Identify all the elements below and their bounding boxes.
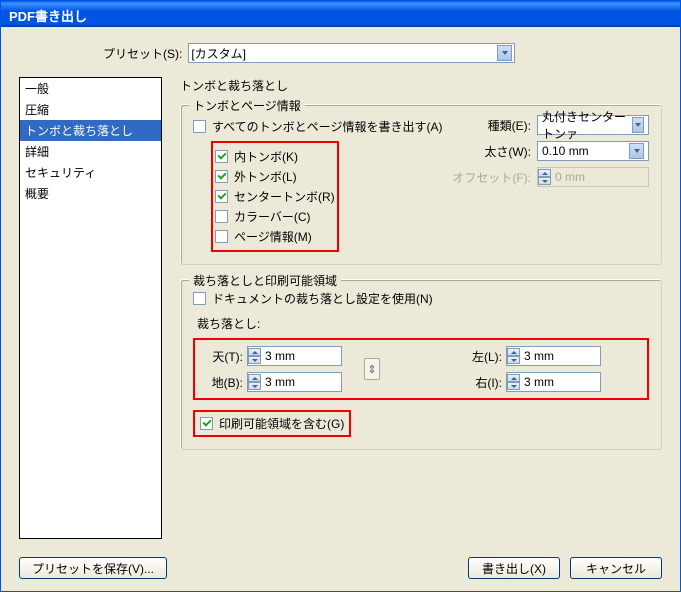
weight-select[interactable]: 0.10 mm — [537, 141, 649, 161]
offset-row: オフセット(F): 0 mm — [443, 167, 649, 187]
dropdown-button-icon — [632, 117, 644, 133]
outer-crop-checkbox[interactable] — [215, 170, 228, 183]
highlight-box-marks: 内トンボ(K) 外トンボ(L) センタートンボ(R) カラーバー(C) ページ情… — [211, 141, 339, 252]
kind-row: 種類(E): 丸付きセンタートンァ — [443, 115, 649, 135]
weight-label: 太さ(W): — [484, 143, 531, 160]
use-doc-bleed-checkbox[interactable] — [193, 292, 206, 305]
bleed-legend: 裁ち落としと印刷可能領域 — [189, 272, 341, 289]
include-slug-checkbox[interactable] — [200, 417, 213, 430]
all-marks-checkbox[interactable] — [193, 120, 206, 133]
center-crop-checkbox[interactable] — [215, 190, 228, 203]
sidebar-item-marks-bleeds[interactable]: トンボと裁ち落とし — [20, 120, 161, 141]
bleed-fieldset: 裁ち落としと印刷可能領域 ドキュメントの裁ち落とし設定を使用(N) 裁ち落とし:… — [180, 279, 662, 450]
highlight-box-bleed: 天(T): 3 mm 地(B): — [193, 338, 649, 400]
export-button[interactable]: 書き出し(X) — [468, 557, 560, 579]
spin-up-icon[interactable] — [248, 348, 261, 356]
section-title: トンボと裁ち落とし — [180, 77, 662, 94]
dropdown-button-icon — [629, 143, 644, 159]
bleed-right-row: 右(I): 3 mm — [462, 372, 601, 392]
use-doc-bleed-row[interactable]: ドキュメントの裁ち落とし設定を使用(N) — [193, 290, 649, 307]
bleed-title: 裁ち落とし: — [197, 315, 649, 332]
marks-fieldset: トンボとページ情報 すべてのトンボとページ情報を書き出す(A) 内トンボ(K) … — [180, 104, 662, 265]
kind-label: 種類(E): — [488, 117, 531, 134]
bleed-left-row: 左(L): 3 mm — [462, 346, 601, 366]
highlight-box-slug: 印刷可能領域を含む(G) — [193, 410, 351, 437]
mark-option-row[interactable]: 外トンボ(L) — [215, 168, 335, 185]
content-area: プリセット(S): [カスタム] 一般 圧縮 トンボと裁ち落とし 詳細 セキュリ… — [1, 27, 680, 591]
preset-value: [カスタム] — [191, 45, 246, 62]
preset-select[interactable]: [カスタム] — [188, 43, 515, 63]
sidebar-item-compression[interactable]: 圧縮 — [20, 99, 161, 120]
spin-up-icon[interactable] — [507, 374, 520, 382]
save-preset-button[interactable]: プリセットを保存(V)... — [19, 557, 167, 579]
include-slug-label: 印刷可能領域を含む(G) — [219, 415, 344, 432]
sidebar-item-security[interactable]: セキュリティ — [20, 162, 161, 183]
bleed-bottom-label: 地(B): — [203, 374, 243, 391]
weight-row: 太さ(W): 0.10 mm — [443, 141, 649, 161]
bleed-top-label: 天(T): — [203, 348, 243, 365]
inner-crop-checkbox[interactable] — [215, 150, 228, 163]
use-doc-bleed-label: ドキュメントの裁ち落とし設定を使用(N) — [212, 290, 433, 307]
bleed-left-input[interactable]: 3 mm — [506, 346, 601, 366]
kind-select[interactable]: 丸付きセンタートンァ — [537, 115, 649, 135]
titlebar: PDF書き出し — [1, 1, 680, 27]
button-row: プリセットを保存(V)... 書き出し(X) キャンセル — [19, 557, 662, 579]
spin-up-icon[interactable] — [248, 374, 261, 382]
bleed-left-label: 左(L): — [462, 348, 502, 365]
pageinfo-checkbox[interactable] — [215, 230, 228, 243]
main-area: 一般 圧縮 トンボと裁ち落とし 詳細 セキュリティ 概要 トンボと裁ち落とし ト… — [19, 77, 662, 539]
bleed-right-input[interactable]: 3 mm — [506, 372, 601, 392]
bleed-bottom-row: 地(B): 3 mm — [203, 372, 342, 392]
link-icon[interactable]: ⇕ — [364, 358, 380, 380]
mark-option-row[interactable]: カラーバー(C) — [215, 208, 335, 225]
colorbar-checkbox[interactable] — [215, 210, 228, 223]
sidebar-item-general[interactable]: 一般 — [20, 78, 161, 99]
spin-down-icon[interactable] — [507, 356, 520, 364]
dropdown-button-icon — [497, 45, 512, 61]
all-marks-label: すべてのトンボとページ情報を書き出す(A) — [212, 118, 442, 135]
mark-option-row[interactable]: センタートンボ(R) — [215, 188, 335, 205]
preset-label: プリセット(S): — [103, 45, 182, 62]
sidebar: 一般 圧縮 トンボと裁ち落とし 詳細 セキュリティ 概要 — [19, 77, 162, 539]
dialog-window: PDF書き出し プリセット(S): [カスタム] 一般 圧縮 トンボと裁ち落とし… — [0, 0, 681, 592]
preset-row: プリセット(S): [カスタム] — [103, 43, 662, 63]
spin-down-icon[interactable] — [248, 382, 261, 390]
spin-up-icon — [538, 169, 551, 177]
mark-option-row[interactable]: 内トンボ(K) — [215, 148, 335, 165]
sidebar-item-summary[interactable]: 概要 — [20, 183, 161, 204]
spin-down-icon — [538, 177, 551, 185]
bleed-bottom-input[interactable]: 3 mm — [247, 372, 342, 392]
mark-option-row[interactable]: ページ情報(M) — [215, 228, 335, 245]
spin-down-icon[interactable] — [248, 356, 261, 364]
window-title: PDF書き出し — [9, 9, 87, 24]
all-marks-checkbox-row[interactable]: すべてのトンボとページ情報を書き出す(A) — [193, 118, 443, 135]
spin-down-icon[interactable] — [507, 382, 520, 390]
sidebar-item-advanced[interactable]: 詳細 — [20, 141, 161, 162]
offset-label: オフセット(F): — [452, 169, 531, 186]
bleed-top-input[interactable]: 3 mm — [247, 346, 342, 366]
offset-spinner: 0 mm — [537, 167, 649, 187]
cancel-button[interactable]: キャンセル — [570, 557, 662, 579]
bleed-top-row: 天(T): 3 mm — [203, 346, 342, 366]
bleed-right-label: 右(I): — [462, 374, 502, 391]
spin-up-icon[interactable] — [507, 348, 520, 356]
marks-legend: トンボとページ情報 — [189, 97, 305, 114]
right-panel: トンボと裁ち落とし トンボとページ情報 すべてのトンボとページ情報を書き出す(A… — [180, 77, 662, 539]
